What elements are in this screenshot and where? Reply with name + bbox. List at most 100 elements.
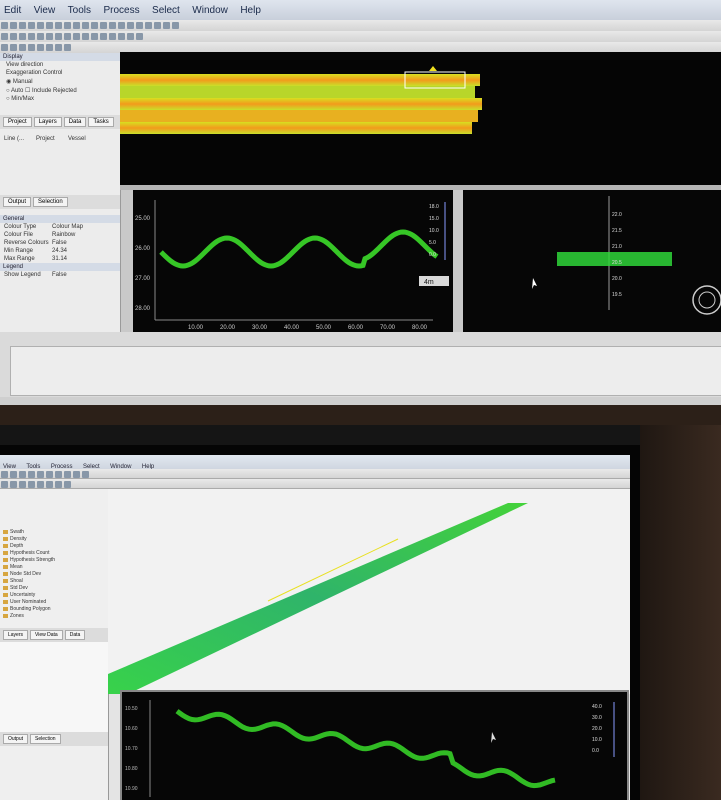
prop-row[interactable]: Max Range 31.14 — [0, 255, 120, 263]
print-icon[interactable] — [28, 22, 35, 29]
tab-data[interactable]: Data — [63, 117, 87, 127]
tree-item[interactable]: User Nominated — [0, 599, 108, 606]
tree-item[interactable]: Node Std Dev — [0, 571, 108, 578]
ruler-icon[interactable] — [172, 22, 179, 29]
cut-icon[interactable] — [37, 22, 44, 29]
tool-icon[interactable] — [1, 481, 8, 488]
prop-row[interactable]: Reverse Colours False — [0, 239, 120, 247]
layer-icon[interactable] — [1, 33, 8, 40]
output-panel[interactable] — [10, 346, 721, 396]
tool-e-icon[interactable] — [37, 44, 44, 51]
tree-item[interactable]: Density — [0, 536, 108, 543]
tool-g-icon[interactable] — [55, 44, 62, 51]
tree-item[interactable]: Uncertainty — [0, 592, 108, 599]
reject-icon[interactable] — [127, 22, 134, 29]
col-line[interactable]: Line (... — [4, 136, 36, 142]
filter-icon[interactable] — [145, 22, 152, 29]
open-icon[interactable] — [10, 22, 17, 29]
copy-icon[interactable] — [46, 22, 53, 29]
text-icon[interactable] — [91, 33, 98, 40]
tool-icon[interactable] — [28, 471, 35, 478]
tool-icon[interactable] — [82, 471, 89, 478]
tool-d-icon[interactable] — [28, 44, 35, 51]
flag-icon[interactable] — [82, 33, 89, 40]
tool-icon[interactable] — [37, 471, 44, 478]
menu-window[interactable]: Window — [192, 5, 228, 16]
tool-icon[interactable] — [55, 471, 62, 478]
undo-icon[interactable] — [64, 22, 71, 29]
zoom-in-icon[interactable] — [82, 22, 89, 29]
prop-row[interactable]: Show Legend False — [0, 271, 120, 279]
tool-f-icon[interactable] — [46, 44, 53, 51]
tool-icon[interactable] — [64, 471, 71, 478]
tool-icon[interactable] — [46, 471, 53, 478]
tool-icon[interactable] — [28, 481, 35, 488]
redo-icon[interactable] — [73, 22, 80, 29]
manual-radio[interactable]: ◉ Manual — [0, 77, 120, 86]
accept-icon[interactable] — [136, 22, 143, 29]
tab-project[interactable]: Project — [3, 117, 32, 127]
polygon-icon[interactable] — [109, 33, 116, 40]
tool-icon[interactable] — [46, 481, 53, 488]
tool-c-icon[interactable] — [19, 44, 26, 51]
tree-item[interactable]: Hypothesis Strength — [0, 557, 108, 564]
prop-row[interactable]: Colour Type Colour Map — [0, 223, 120, 231]
tool-icon[interactable] — [10, 481, 17, 488]
measure-icon[interactable] — [127, 33, 134, 40]
query-icon[interactable] — [136, 33, 143, 40]
grid-icon[interactable] — [10, 33, 17, 40]
tree-item[interactable]: Hypothesis Count — [0, 550, 108, 557]
tree-item[interactable]: Bounding Polygon — [0, 606, 108, 613]
color-icon[interactable] — [73, 33, 80, 40]
menu-help[interactable]: Help — [240, 5, 261, 16]
bottom-list[interactable] — [0, 642, 108, 732]
tool-icon[interactable] — [19, 481, 26, 488]
tool-icon[interactable] — [37, 481, 44, 488]
lasso-icon[interactable] — [118, 22, 125, 29]
cross-section-view[interactable]: 22.0 21.5 21.0 20.5 20.0 19.5 — [463, 190, 721, 332]
save-icon[interactable] — [19, 22, 26, 29]
line-list[interactable] — [0, 143, 120, 195]
tree-item[interactable]: Std Dev — [0, 585, 108, 592]
menu-tools[interactable]: Tools — [68, 5, 91, 16]
prop-row[interactable]: Min Range 24.34 — [0, 247, 120, 255]
surface-icon[interactable] — [19, 33, 26, 40]
menu-view[interactable]: View — [34, 5, 56, 16]
tab-selection[interactable]: Selection — [30, 734, 61, 744]
tool-b-icon[interactable] — [10, 44, 17, 51]
tab-output[interactable]: Output — [3, 197, 32, 207]
menu-process[interactable]: Process — [103, 5, 139, 16]
tree-item[interactable]: Mean — [0, 564, 108, 571]
refresh-icon[interactable] — [154, 22, 161, 29]
menu-edit[interactable]: Edit — [4, 5, 21, 16]
tool-h-icon[interactable] — [64, 44, 71, 51]
tree-item[interactable]: Swath — [0, 529, 108, 536]
tree-item[interactable]: Shoal — [0, 578, 108, 585]
tool-icon[interactable] — [73, 471, 80, 478]
tool-icon[interactable] — [1, 471, 8, 478]
select-icon[interactable] — [109, 22, 116, 29]
swath-view[interactable] — [120, 52, 721, 185]
col-project[interactable]: Project — [36, 136, 68, 142]
tool-icon[interactable] — [10, 471, 17, 478]
globe-icon[interactable] — [163, 22, 170, 29]
contour-icon[interactable] — [28, 33, 35, 40]
tool-icon[interactable] — [64, 481, 71, 488]
sounding-icon[interactable] — [37, 33, 44, 40]
tab-tasks[interactable]: Tasks — [88, 117, 114, 127]
col-vessel[interactable]: Vessel — [68, 136, 86, 142]
light-icon[interactable] — [64, 33, 71, 40]
tab-selection[interactable]: Selection — [33, 197, 68, 207]
3d-icon[interactable] — [55, 33, 62, 40]
profile-view[interactable]: 4m 25.00 26.00 27.00 28.00 10.00 20.00 30.00 40… — [133, 190, 453, 332]
tab-layers[interactable]: Layers — [33, 117, 62, 127]
tool-icon[interactable] — [55, 481, 62, 488]
auto-radio[interactable]: ○ Auto ☐ Include Rejected — [0, 86, 120, 95]
plan-view[interactable] — [108, 489, 630, 694]
prop-row[interactable]: Colour File Rainbow — [0, 231, 120, 239]
zoom-out-icon[interactable] — [91, 22, 98, 29]
bottom-profile-view[interactable]: 10.50 10.60 10.70 10.80 10.90 40.0 30.0 20.0 10.… — [120, 690, 629, 800]
line-icon[interactable] — [100, 33, 107, 40]
compass-icon[interactable] — [692, 285, 721, 315]
profile-icon[interactable] — [46, 33, 53, 40]
